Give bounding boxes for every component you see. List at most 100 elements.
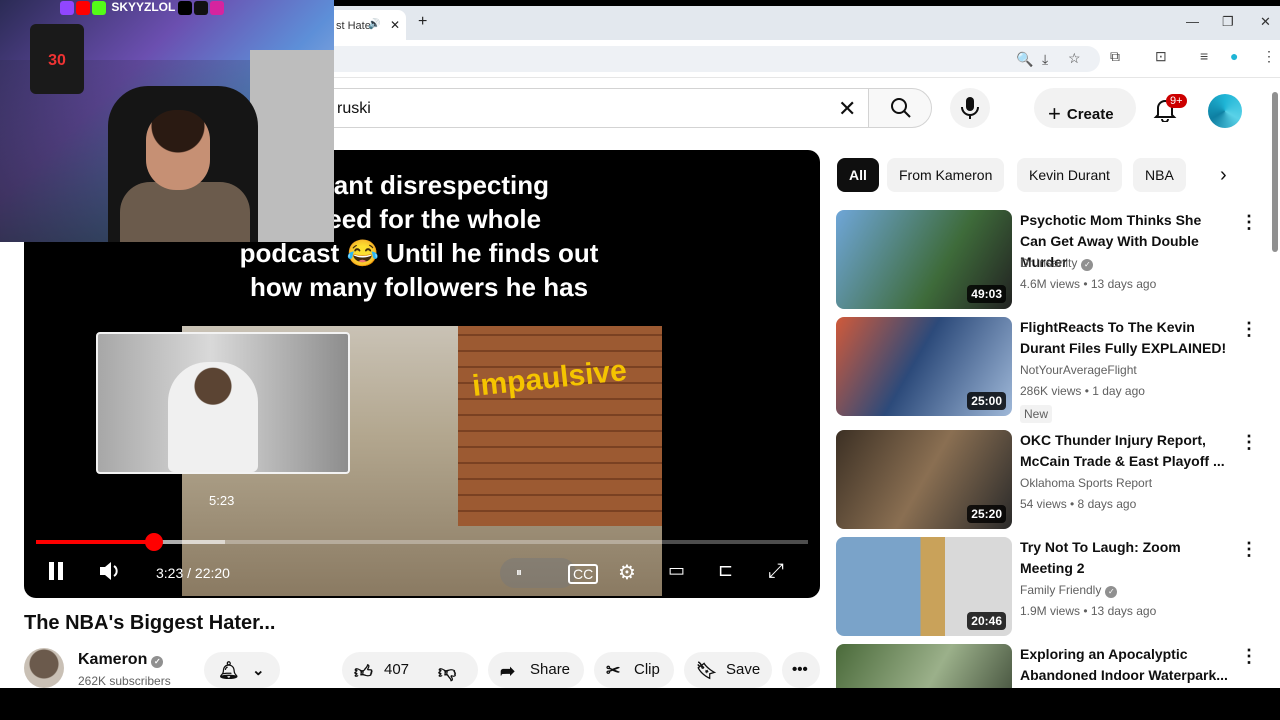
omnibox[interactable]: 🔍 ⤓ ☆ bbox=[300, 46, 1100, 72]
recommendation-item[interactable]: 25:20 OKC Thunder Injury Report, McCain … bbox=[836, 430, 1276, 530]
media-control-icon[interactable]: ≡ bbox=[1200, 48, 1208, 64]
chip-all[interactable]: All bbox=[837, 158, 879, 192]
more-vertical-icon[interactable]: ⋮ bbox=[1240, 212, 1258, 233]
recommendation-title[interactable]: FlightReacts To The Kevin Durant Files F… bbox=[1020, 317, 1230, 359]
chevron-down-icon: ⌄ bbox=[252, 662, 265, 679]
duration-badge: 49:03 bbox=[967, 285, 1006, 303]
recommendation-title[interactable]: OKC Thunder Injury Report, McCain Trade … bbox=[1020, 430, 1230, 472]
scrubber-handle[interactable] bbox=[145, 533, 164, 551]
more-vertical-icon[interactable]: ⋮ bbox=[1240, 432, 1258, 453]
install-icon[interactable]: ⤓ bbox=[1042, 51, 1048, 68]
maximize-icon[interactable]: ❐ bbox=[1222, 14, 1234, 30]
recommendation-meta: 4.6M views • 13 days ago bbox=[1020, 277, 1157, 291]
more-actions-button[interactable]: ••• bbox=[782, 652, 820, 688]
preview-person bbox=[168, 362, 258, 472]
more-vertical-icon[interactable]: ⋮ bbox=[1240, 646, 1258, 667]
microphone-icon bbox=[961, 97, 979, 119]
chip-nba[interactable]: NBA bbox=[1133, 158, 1186, 192]
streamer-head bbox=[146, 110, 210, 190]
chevron-right-icon[interactable]: › bbox=[1220, 164, 1227, 187]
cast-icon[interactable]: ⊏ bbox=[718, 560, 733, 581]
duration-badge: 25:00 bbox=[967, 392, 1006, 410]
new-tab-button[interactable]: + bbox=[418, 13, 427, 31]
more-horizontal-icon: ••• bbox=[792, 661, 808, 678]
channel-name[interactable]: Kameron ✓ bbox=[78, 651, 164, 669]
share-icon: ➦ bbox=[500, 661, 516, 681]
recommendation-item[interactable]: 20:46 Try Not To Laugh: Zoom Meeting 2 F… bbox=[836, 537, 1276, 637]
verified-icon: ✓ bbox=[1105, 586, 1118, 598]
recommendation-title[interactable]: Try Not To Laugh: Zoom Meeting 2 bbox=[1020, 537, 1230, 579]
account-avatar[interactable] bbox=[1208, 94, 1242, 128]
voice-search-button[interactable] bbox=[950, 88, 990, 128]
notifications-badge: 9+ bbox=[1166, 94, 1187, 108]
recommendation-channel[interactable]: Oklahoma Sports Report bbox=[1020, 476, 1152, 490]
recommendation-item[interactable]: 49:03 Psychotic Mom Thinks She Can Get A… bbox=[836, 210, 1276, 310]
profile-icon[interactable]: ● bbox=[1230, 48, 1238, 64]
clip-button[interactable]: ✂ Clip bbox=[594, 652, 674, 688]
chip-kevin-durant[interactable]: Kevin Durant bbox=[1017, 158, 1122, 192]
pause-icon[interactable] bbox=[46, 560, 66, 582]
recommendation-channel[interactable]: Dr Insanity ✓ bbox=[1020, 256, 1094, 271]
minimize-icon[interactable]: — bbox=[1186, 14, 1199, 29]
tab-close-icon[interactable]: ✕ bbox=[390, 18, 400, 32]
like-dislike-group: 👍︎ 407 👎︎ bbox=[342, 652, 478, 688]
tab-search-icon[interactable]: ⊡ bbox=[1155, 48, 1167, 65]
subtitles-icon[interactable]: CC bbox=[568, 564, 599, 584]
tiktok-icon bbox=[178, 0, 193, 15]
window-close-icon[interactable]: ✕ bbox=[1260, 14, 1271, 30]
channel-avatar[interactable] bbox=[24, 648, 64, 688]
social-handles: SKYYZLOL bbox=[60, 0, 226, 16]
speaker-icon[interactable]: 🔊 bbox=[368, 19, 380, 30]
channel-text: Dr Insanity bbox=[1020, 256, 1078, 270]
settings-gear-icon[interactable]: ⚙ bbox=[618, 560, 636, 585]
video-thumbnail[interactable]: 49:03 bbox=[836, 210, 1012, 309]
video-thumbnail[interactable]: 25:00 bbox=[836, 317, 1012, 416]
volume-icon[interactable] bbox=[98, 560, 122, 582]
zoom-icon[interactable]: 🔍 bbox=[1016, 51, 1033, 68]
recommendation-channel[interactable]: Family Friendly ✓ bbox=[1020, 583, 1118, 598]
subscription-bell-button[interactable]: 🔔︎ ⌄ bbox=[204, 652, 280, 688]
verified-icon: ✓ bbox=[151, 656, 164, 668]
scissors-icon: ✂ bbox=[606, 661, 621, 680]
search-button[interactable] bbox=[868, 88, 932, 128]
recommendation-meta: 54 views • 8 days ago bbox=[1020, 497, 1137, 511]
like-count[interactable]: 407 bbox=[384, 661, 409, 678]
clear-search-icon[interactable]: ✕ bbox=[838, 96, 856, 122]
more-vertical-icon[interactable]: ⋮ bbox=[1240, 319, 1258, 340]
autoplay-toggle[interactable]: ⏸ bbox=[500, 558, 576, 588]
video-thumbnail[interactable]: 20:46 bbox=[836, 537, 1012, 636]
twitch-icon bbox=[60, 0, 74, 15]
recommendation-channel[interactable]: NotYourAverageFlight bbox=[1020, 363, 1137, 377]
theater-mode-icon[interactable]: ▭ bbox=[668, 560, 685, 581]
dislike-icon[interactable]: 👎︎ bbox=[438, 661, 456, 683]
hover-time-tooltip: 5:23 bbox=[209, 493, 235, 508]
page-scrollbar[interactable] bbox=[1272, 92, 1278, 252]
streamer-handle: SKYYZLOL bbox=[111, 0, 176, 14]
share-button[interactable]: ➦ Share bbox=[488, 652, 584, 688]
browser-menu-icon[interactable]: ⋮ bbox=[1262, 48, 1276, 65]
save-button[interactable]: 🔖︎ Save bbox=[684, 652, 772, 688]
recommendation-title[interactable]: Exploring an Apocalyptic Abandoned Indoo… bbox=[1020, 644, 1230, 686]
duration-badge: 25:20 bbox=[967, 505, 1006, 523]
progress-bar[interactable] bbox=[36, 533, 808, 551]
bookmark-icon: 🔖︎ bbox=[696, 661, 718, 680]
create-label: Create bbox=[1066, 106, 1114, 123]
plus-icon: + bbox=[1048, 101, 1061, 126]
kick-icon bbox=[92, 0, 106, 15]
extensions-icon[interactable]: ⧉ bbox=[1110, 48, 1120, 65]
video-thumbnail[interactable]: 25:20 bbox=[836, 430, 1012, 529]
video-thumbnail[interactable] bbox=[836, 644, 1012, 688]
create-button[interactable]: + Create bbox=[1034, 88, 1136, 128]
recommendation-item[interactable]: 25:00 FlightReacts To The Kevin Durant F… bbox=[836, 317, 1276, 423]
played-bar bbox=[36, 540, 155, 544]
video-title: The NBA's Biggest Hater... bbox=[24, 612, 276, 634]
bookmark-star-icon[interactable]: ☆ bbox=[1068, 50, 1081, 67]
youtube-icon bbox=[76, 0, 90, 15]
recommendation-item[interactable]: Exploring an Apocalyptic Abandoned Indoo… bbox=[836, 644, 1276, 688]
chip-from-kameron[interactable]: From Kameron bbox=[887, 158, 1005, 192]
like-icon[interactable]: 👍︎ bbox=[354, 661, 373, 683]
more-vertical-icon[interactable]: ⋮ bbox=[1240, 539, 1258, 560]
fullscreen-icon[interactable]: ⤢ bbox=[768, 560, 784, 583]
search-input[interactable]: ruski bbox=[300, 88, 868, 128]
new-badge: New bbox=[1020, 405, 1053, 423]
